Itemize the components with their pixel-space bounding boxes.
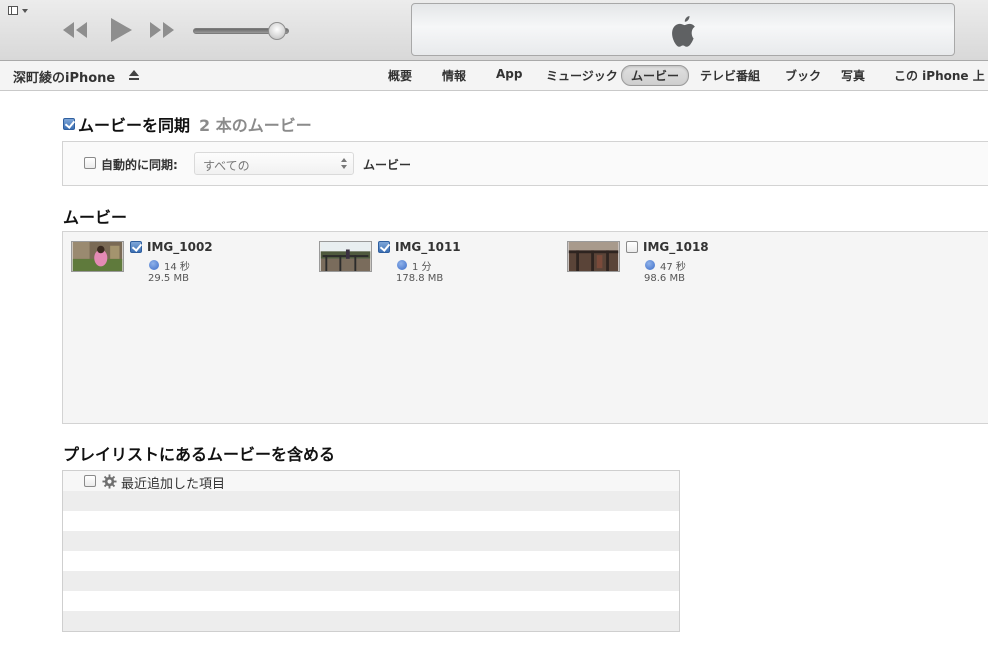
auto-sync-label[interactable]: 自動的に同期: — [101, 156, 178, 173]
movie-size: 29.5 MB — [148, 273, 189, 284]
play-icon[interactable] — [108, 16, 134, 44]
tab-info[interactable]: 情報 — [442, 67, 466, 84]
movie-checkbox[interactable] — [130, 241, 142, 253]
tab-movies[interactable]: ムービー — [621, 65, 690, 86]
volume-slider[interactable] — [193, 22, 295, 40]
playlist-checkbox[interactable] — [84, 475, 96, 487]
movie-checkbox[interactable] — [378, 241, 390, 253]
movie-title: IMG_1011 — [395, 240, 461, 254]
sync-movies-label[interactable]: ムービーを同期 — [78, 116, 190, 135]
eject-icon[interactable] — [129, 70, 139, 81]
movie-title: IMG_1002 — [147, 240, 213, 254]
fast-forward-icon[interactable] — [147, 20, 177, 40]
movie-status-dot — [397, 260, 407, 270]
playlists-heading: プレイリストにあるムービーを含める — [63, 445, 336, 464]
auto-sync-suffix: ムービー — [363, 158, 412, 172]
playlist-item[interactable]: 最近追加した項目 — [63, 471, 679, 492]
tab-music[interactable]: ミュージック — [546, 67, 618, 84]
tab-books[interactable]: ブック — [785, 67, 821, 84]
auto-sync-select[interactable]: すべての — [194, 152, 354, 175]
movie-checkbox[interactable] — [626, 241, 638, 253]
movie-item[interactable]: IMG_1011 1 分 178.8 MB — [311, 240, 551, 290]
list-stripe — [63, 491, 679, 511]
movie-item[interactable]: IMG_1002 14 秒 29.5 MB — [63, 240, 303, 290]
movies-heading: ムービー — [63, 208, 128, 227]
movie-status-dot — [149, 260, 159, 270]
list-stripe — [63, 571, 679, 591]
gear-icon — [102, 474, 117, 489]
device-name[interactable]: 深町綾のiPhone — [13, 67, 115, 86]
playback-toolbar — [0, 0, 988, 61]
list-stripe — [63, 531, 679, 551]
auto-sync-checkbox[interactable] — [84, 157, 96, 169]
window-menu-icon[interactable] — [5, 4, 31, 18]
status-display — [411, 3, 955, 56]
movie-status-dot — [645, 260, 655, 270]
movie-item[interactable]: IMG_1018 47 秒 98.6 MB — [559, 240, 799, 290]
rewind-icon[interactable] — [60, 20, 90, 40]
auto-sync-select-value: すべての — [203, 159, 250, 173]
auto-sync-panel: 自動的に同期: すべての ムービー — [62, 141, 988, 186]
movie-duration: 47 秒 — [660, 262, 686, 273]
list-stripe — [63, 511, 679, 531]
tab-on-this-iphone[interactable]: この iPhone 上 — [894, 67, 985, 84]
list-stripe — [63, 591, 679, 611]
apple-logo-icon — [672, 16, 695, 47]
movie-size: 178.8 MB — [396, 273, 444, 284]
playlists-list: 最近追加した項目 — [62, 470, 680, 632]
movie-duration: 1 分 — [412, 262, 432, 273]
list-stripe — [63, 611, 679, 631]
tab-summary[interactable]: 概要 — [388, 67, 412, 84]
playlist-label: 最近追加した項目 — [121, 477, 226, 492]
volume-knob[interactable] — [268, 22, 286, 40]
tab-apps[interactable]: App — [496, 67, 522, 81]
movie-thumbnail — [567, 241, 620, 272]
tab-photos[interactable]: 写真 — [841, 67, 865, 84]
sync-movie-count: 2 本のムービー — [199, 116, 312, 135]
sync-movies-header: ムービーを同期 2 本のムービー — [63, 112, 312, 136]
movie-duration: 14 秒 — [164, 262, 190, 273]
select-arrows-icon — [341, 158, 347, 170]
movie-thumbnail — [319, 241, 372, 272]
sync-movies-checkbox[interactable] — [63, 118, 75, 130]
movie-title: IMG_1018 — [643, 240, 709, 254]
movie-size: 98.6 MB — [644, 273, 685, 284]
device-nav-bar: 深町綾のiPhone 概要 情報 App ミュージック ムービー テレビ番組 ブ… — [0, 61, 988, 91]
movies-list: IMG_1002 14 秒 29.5 MB IMG_1011 1 分 178.8… — [62, 231, 988, 424]
tab-tv-shows[interactable]: テレビ番組 — [700, 67, 760, 84]
list-stripe — [63, 551, 679, 571]
movie-thumbnail — [71, 241, 124, 272]
